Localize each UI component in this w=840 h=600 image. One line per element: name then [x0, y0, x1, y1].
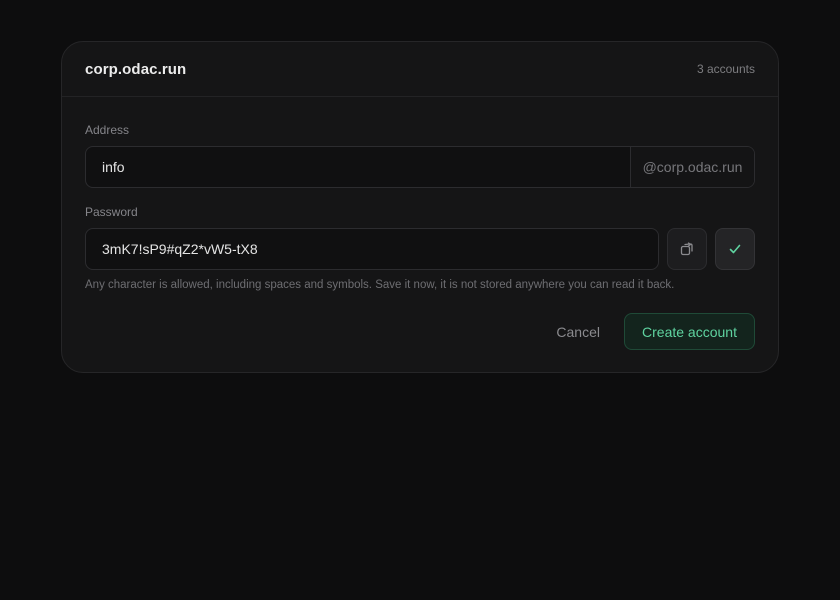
- domain-title: corp.odac.run: [85, 60, 187, 78]
- card-body: Address @corp.odac.run Password Any char…: [62, 123, 778, 350]
- confirm-password-button[interactable]: [715, 228, 755, 270]
- card-header: corp.odac.run 3 accounts: [62, 42, 778, 97]
- password-input[interactable]: [85, 228, 659, 270]
- domain-suffix: @corp.odac.run: [630, 147, 754, 187]
- account-count: 3 accounts: [696, 62, 755, 76]
- form-actions: Cancel Create account: [85, 313, 755, 350]
- address-input[interactable]: [86, 147, 630, 187]
- copy-icon: [680, 242, 693, 256]
- password-label: Password: [85, 205, 138, 219]
- create-account-card: corp.odac.run 3 accounts Address @corp.o…: [61, 41, 779, 373]
- password-helper-text: Any character is allowed, including spac…: [85, 279, 675, 291]
- address-label: Address: [85, 123, 130, 137]
- cancel-button[interactable]: Cancel: [556, 324, 600, 340]
- copy-password-button[interactable]: [667, 228, 707, 270]
- create-account-button[interactable]: Create account: [624, 313, 755, 350]
- password-field-group: [85, 228, 755, 270]
- check-icon: [729, 244, 741, 254]
- address-field-group: @corp.odac.run: [85, 146, 755, 188]
